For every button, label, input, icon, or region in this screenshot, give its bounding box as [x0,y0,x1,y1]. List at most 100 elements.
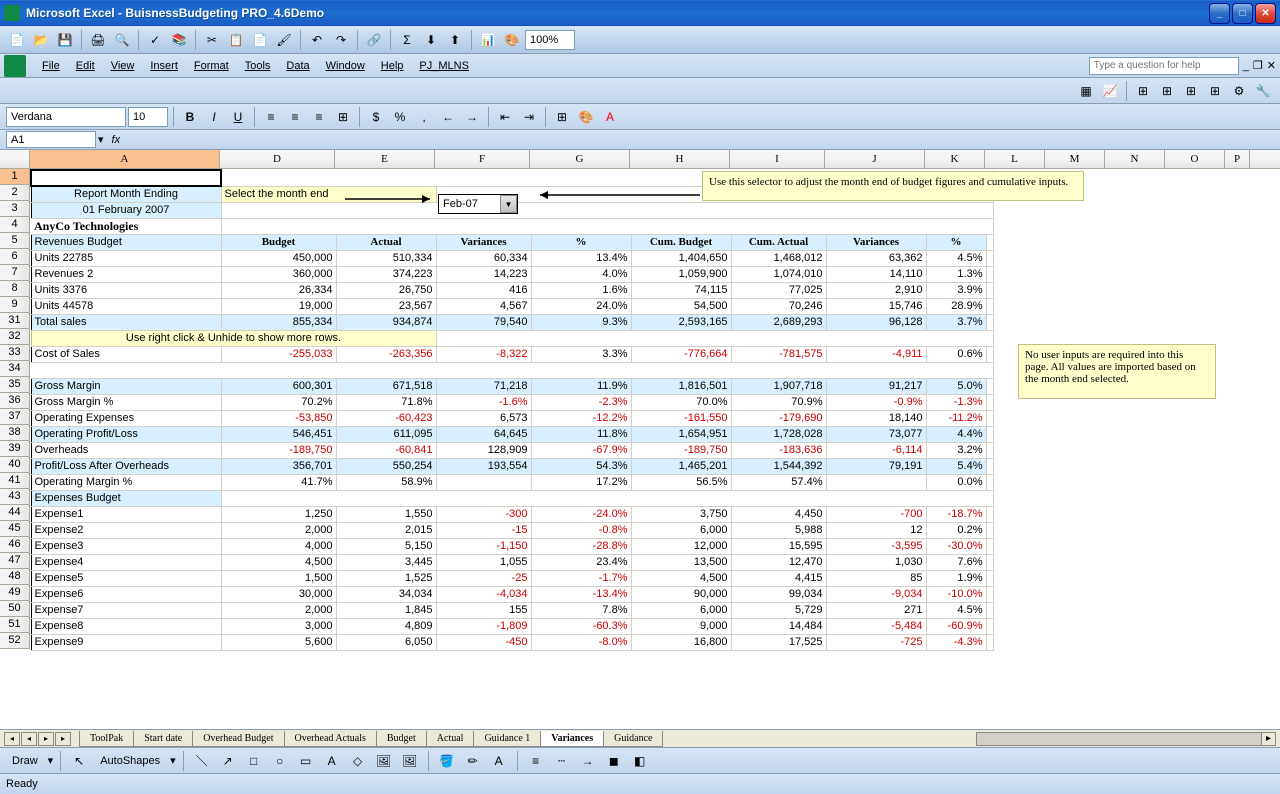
cell[interactable]: 41.7% [221,475,336,491]
cell[interactable]: 4,567 [436,299,531,315]
menu-format[interactable]: Format [186,58,237,74]
cell[interactable]: 2,000 [221,603,336,619]
menu-file[interactable]: File [34,58,68,74]
cell[interactable]: 3.9% [926,283,986,299]
cell[interactable]: 1,055 [436,555,531,571]
chart-icon[interactable]: 📊 [477,29,499,51]
grid-icon[interactable]: ⊞ [1132,80,1154,102]
cell-company[interactable]: AnyCo Technologies [31,219,221,235]
cell[interactable]: -300 [436,507,531,523]
col-K[interactable]: K [925,150,985,168]
cell[interactable]: 13,500 [631,555,731,571]
cell[interactable]: -2.3% [531,395,631,411]
cell[interactable]: 5,729 [731,603,826,619]
bold-icon[interactable]: B [179,106,201,128]
zoom-input[interactable] [525,30,575,50]
cell[interactable]: Expense4 [31,555,221,571]
h-scrollbar[interactable]: ▸ [976,732,1276,746]
cell[interactable]: 63,362 [826,251,926,267]
rect-icon[interactable]: □ [243,750,265,772]
cell[interactable]: 2,593,165 [631,315,731,331]
cell[interactable]: 360,000 [221,267,336,283]
font-color-icon[interactable]: A [599,106,621,128]
cell[interactable]: 3.3% [531,347,631,363]
cell[interactable]: Expense3 [31,539,221,555]
font-size-input[interactable] [128,107,168,127]
spelling-icon[interactable]: ✓ [144,29,166,51]
cell[interactable]: 26,334 [221,283,336,299]
cell[interactable]: -189,750 [221,443,336,459]
line-icon[interactable]: ＼ [191,750,213,772]
currency-icon[interactable]: $ [365,106,387,128]
cell[interactable]: 0.2% [926,523,986,539]
cell[interactable]: Units 44578 [31,299,221,315]
col-D[interactable]: D [220,150,335,168]
cell[interactable]: -12.2% [531,411,631,427]
cell[interactable]: -263,356 [336,347,436,363]
menu-tools[interactable]: Tools [237,58,279,74]
dec-dec-icon[interactable]: → [461,106,483,128]
inc-dec-icon[interactable]: ← [437,106,459,128]
cell[interactable]: 71.8% [336,395,436,411]
cell[interactable]: Expense1 [31,507,221,523]
font-color2-icon[interactable]: A [488,750,510,772]
cell[interactable]: 1.9% [926,571,986,587]
help-search-input[interactable] [1089,57,1239,75]
autoshapes-menu[interactable]: AutoShapes [94,755,166,767]
cell[interactable]: -700 [826,507,926,523]
cell[interactable]: 70.2% [221,395,336,411]
cell[interactable]: 14,110 [826,267,926,283]
tab-start-date[interactable]: Start date [133,731,193,747]
chart-wz-icon[interactable]: 📈 [1099,80,1121,102]
cell[interactable]: -255,033 [221,347,336,363]
row-49[interactable]: 49 [0,585,30,601]
cell[interactable]: 4.4% [926,427,986,443]
cell[interactable]: -18.7% [926,507,986,523]
align-left-icon[interactable]: ≡ [260,106,282,128]
col-A[interactable]: A [30,150,220,168]
tab-prev-icon[interactable]: ◂ [21,732,37,746]
cell[interactable]: 64,645 [436,427,531,443]
cell[interactable]: 2,910 [826,283,926,299]
tab-overhead-actuals[interactable]: Overhead Actuals [284,731,377,747]
cell[interactable]: 2,000 [221,523,336,539]
cell[interactable]: 79,540 [436,315,531,331]
cell[interactable]: -183,636 [731,443,826,459]
cell[interactable]: -3,595 [826,539,926,555]
menu-data[interactable]: Data [278,58,317,74]
cell[interactable]: -60.3% [531,619,631,635]
autosum-icon[interactable]: Σ [396,29,418,51]
data-table[interactable]: Report Month Ending Select the month end… [30,169,994,651]
cell[interactable]: 90,000 [631,587,731,603]
minimize-button[interactable]: _ [1209,3,1230,24]
misc-icon[interactable]: ⚙ [1228,80,1250,102]
cell[interactable]: 14,484 [731,619,826,635]
paste-icon[interactable]: 📄 [249,29,271,51]
cell[interactable]: -161,550 [631,411,731,427]
cell[interactable]: Overheads [31,443,221,459]
col-P[interactable]: P [1225,150,1250,168]
cell[interactable]: -725 [826,635,926,651]
cell[interactable]: 4,450 [731,507,826,523]
col-E[interactable]: E [335,150,435,168]
cell[interactable]: 91,217 [826,379,926,395]
cell[interactable]: 15,746 [826,299,926,315]
misc2-icon[interactable]: 🔧 [1252,80,1274,102]
tab-variances[interactable]: Variances [540,731,604,747]
menu-edit[interactable]: Edit [68,58,103,74]
clipart-icon[interactable]: 🖼 [373,750,395,772]
cell[interactable]: 1,525 [336,571,436,587]
col-I[interactable]: I [730,150,825,168]
cell[interactable]: 1,030 [826,555,926,571]
cell[interactable]: -189,750 [631,443,731,459]
cell[interactable]: 4,500 [221,555,336,571]
cell[interactable]: 5,988 [731,523,826,539]
cell[interactable]: 85 [826,571,926,587]
month-selector[interactable]: Feb-07 ▼ [438,194,518,214]
col-H[interactable]: H [630,150,730,168]
diagram-icon[interactable]: ◇ [347,750,369,772]
cell[interactable]: -450 [436,635,531,651]
col-N[interactable]: N [1105,150,1165,168]
cell[interactable]: 1,404,650 [631,251,731,267]
cell[interactable]: 58.9% [336,475,436,491]
